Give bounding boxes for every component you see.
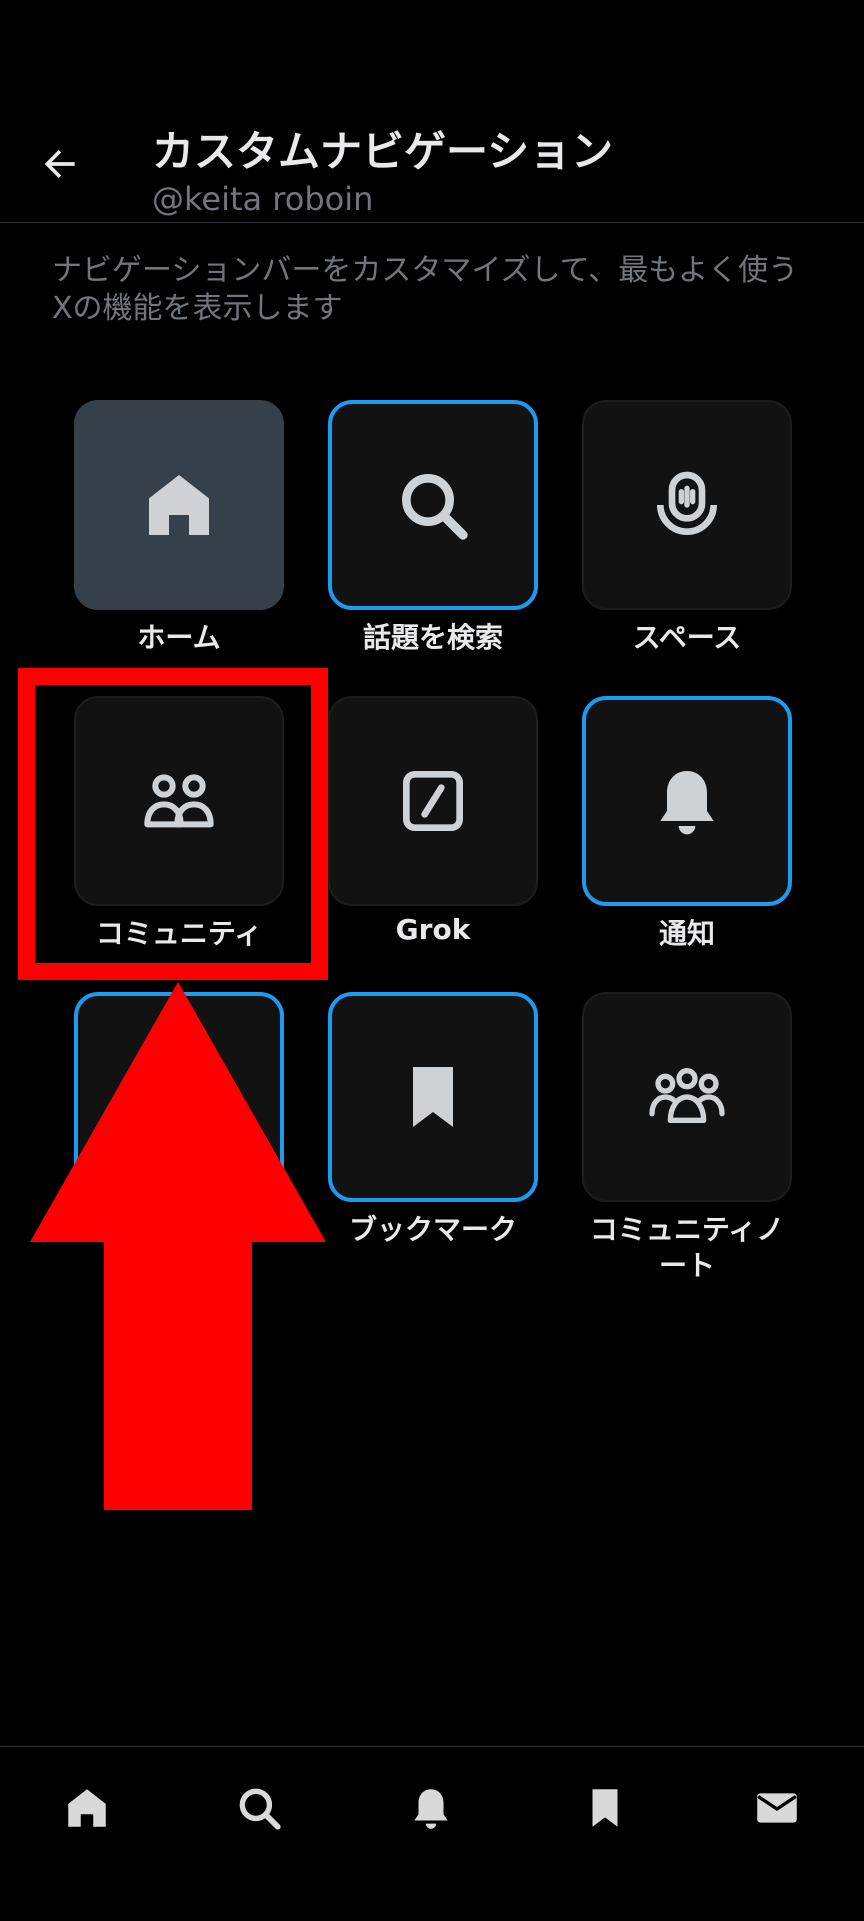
tile-label-bookmarks: ブックマーク bbox=[348, 1213, 517, 1246]
tile-label-explore: 話題を検索 bbox=[362, 621, 503, 654]
home-icon bbox=[149, 475, 209, 535]
spaces-icon bbox=[657, 471, 717, 535]
bookmark-icon bbox=[413, 1067, 453, 1127]
tile-spaces[interactable] bbox=[582, 400, 792, 610]
page-description: ナビゲーションバーをカスタマイズして、最もよく使うXの機能を表示します bbox=[52, 253, 799, 326]
header: カスタムナビゲーション @keita roboin bbox=[0, 0, 864, 223]
user-handle: @keita roboin bbox=[152, 180, 374, 218]
tile-home[interactable] bbox=[74, 400, 284, 610]
tile-label-grok: Grok bbox=[395, 913, 471, 946]
mail-icon[interactable] bbox=[752, 1783, 802, 1833]
red-arrow-annotation bbox=[30, 982, 326, 1510]
page-title: カスタムナビゲーション bbox=[152, 127, 614, 176]
tile-explore[interactable] bbox=[328, 400, 538, 610]
bookmark-icon[interactable] bbox=[580, 1783, 630, 1833]
community-notes-icon bbox=[649, 1067, 725, 1123]
tile-bookmarks[interactable] bbox=[328, 992, 538, 1202]
highlight-box bbox=[18, 668, 328, 980]
tile-notifications[interactable] bbox=[582, 696, 792, 906]
tile-grok[interactable] bbox=[328, 696, 538, 906]
tile-community-notes[interactable] bbox=[582, 992, 792, 1202]
bell-icon bbox=[660, 771, 714, 835]
bell-icon[interactable] bbox=[406, 1783, 456, 1833]
grok-icon bbox=[403, 771, 463, 831]
tile-label-spaces: スペース bbox=[632, 621, 742, 654]
arrow-left-icon[interactable] bbox=[38, 142, 82, 186]
tile-label-notifications: 通知 bbox=[658, 917, 715, 950]
tile-label-home: ホーム bbox=[137, 621, 221, 654]
home-icon[interactable] bbox=[62, 1783, 112, 1833]
bottom-nav bbox=[0, 1746, 864, 1921]
tile-label-community-notes: コミュニティノート bbox=[589, 1213, 785, 1282]
search-icon[interactable] bbox=[234, 1783, 284, 1833]
search-icon bbox=[402, 474, 468, 540]
